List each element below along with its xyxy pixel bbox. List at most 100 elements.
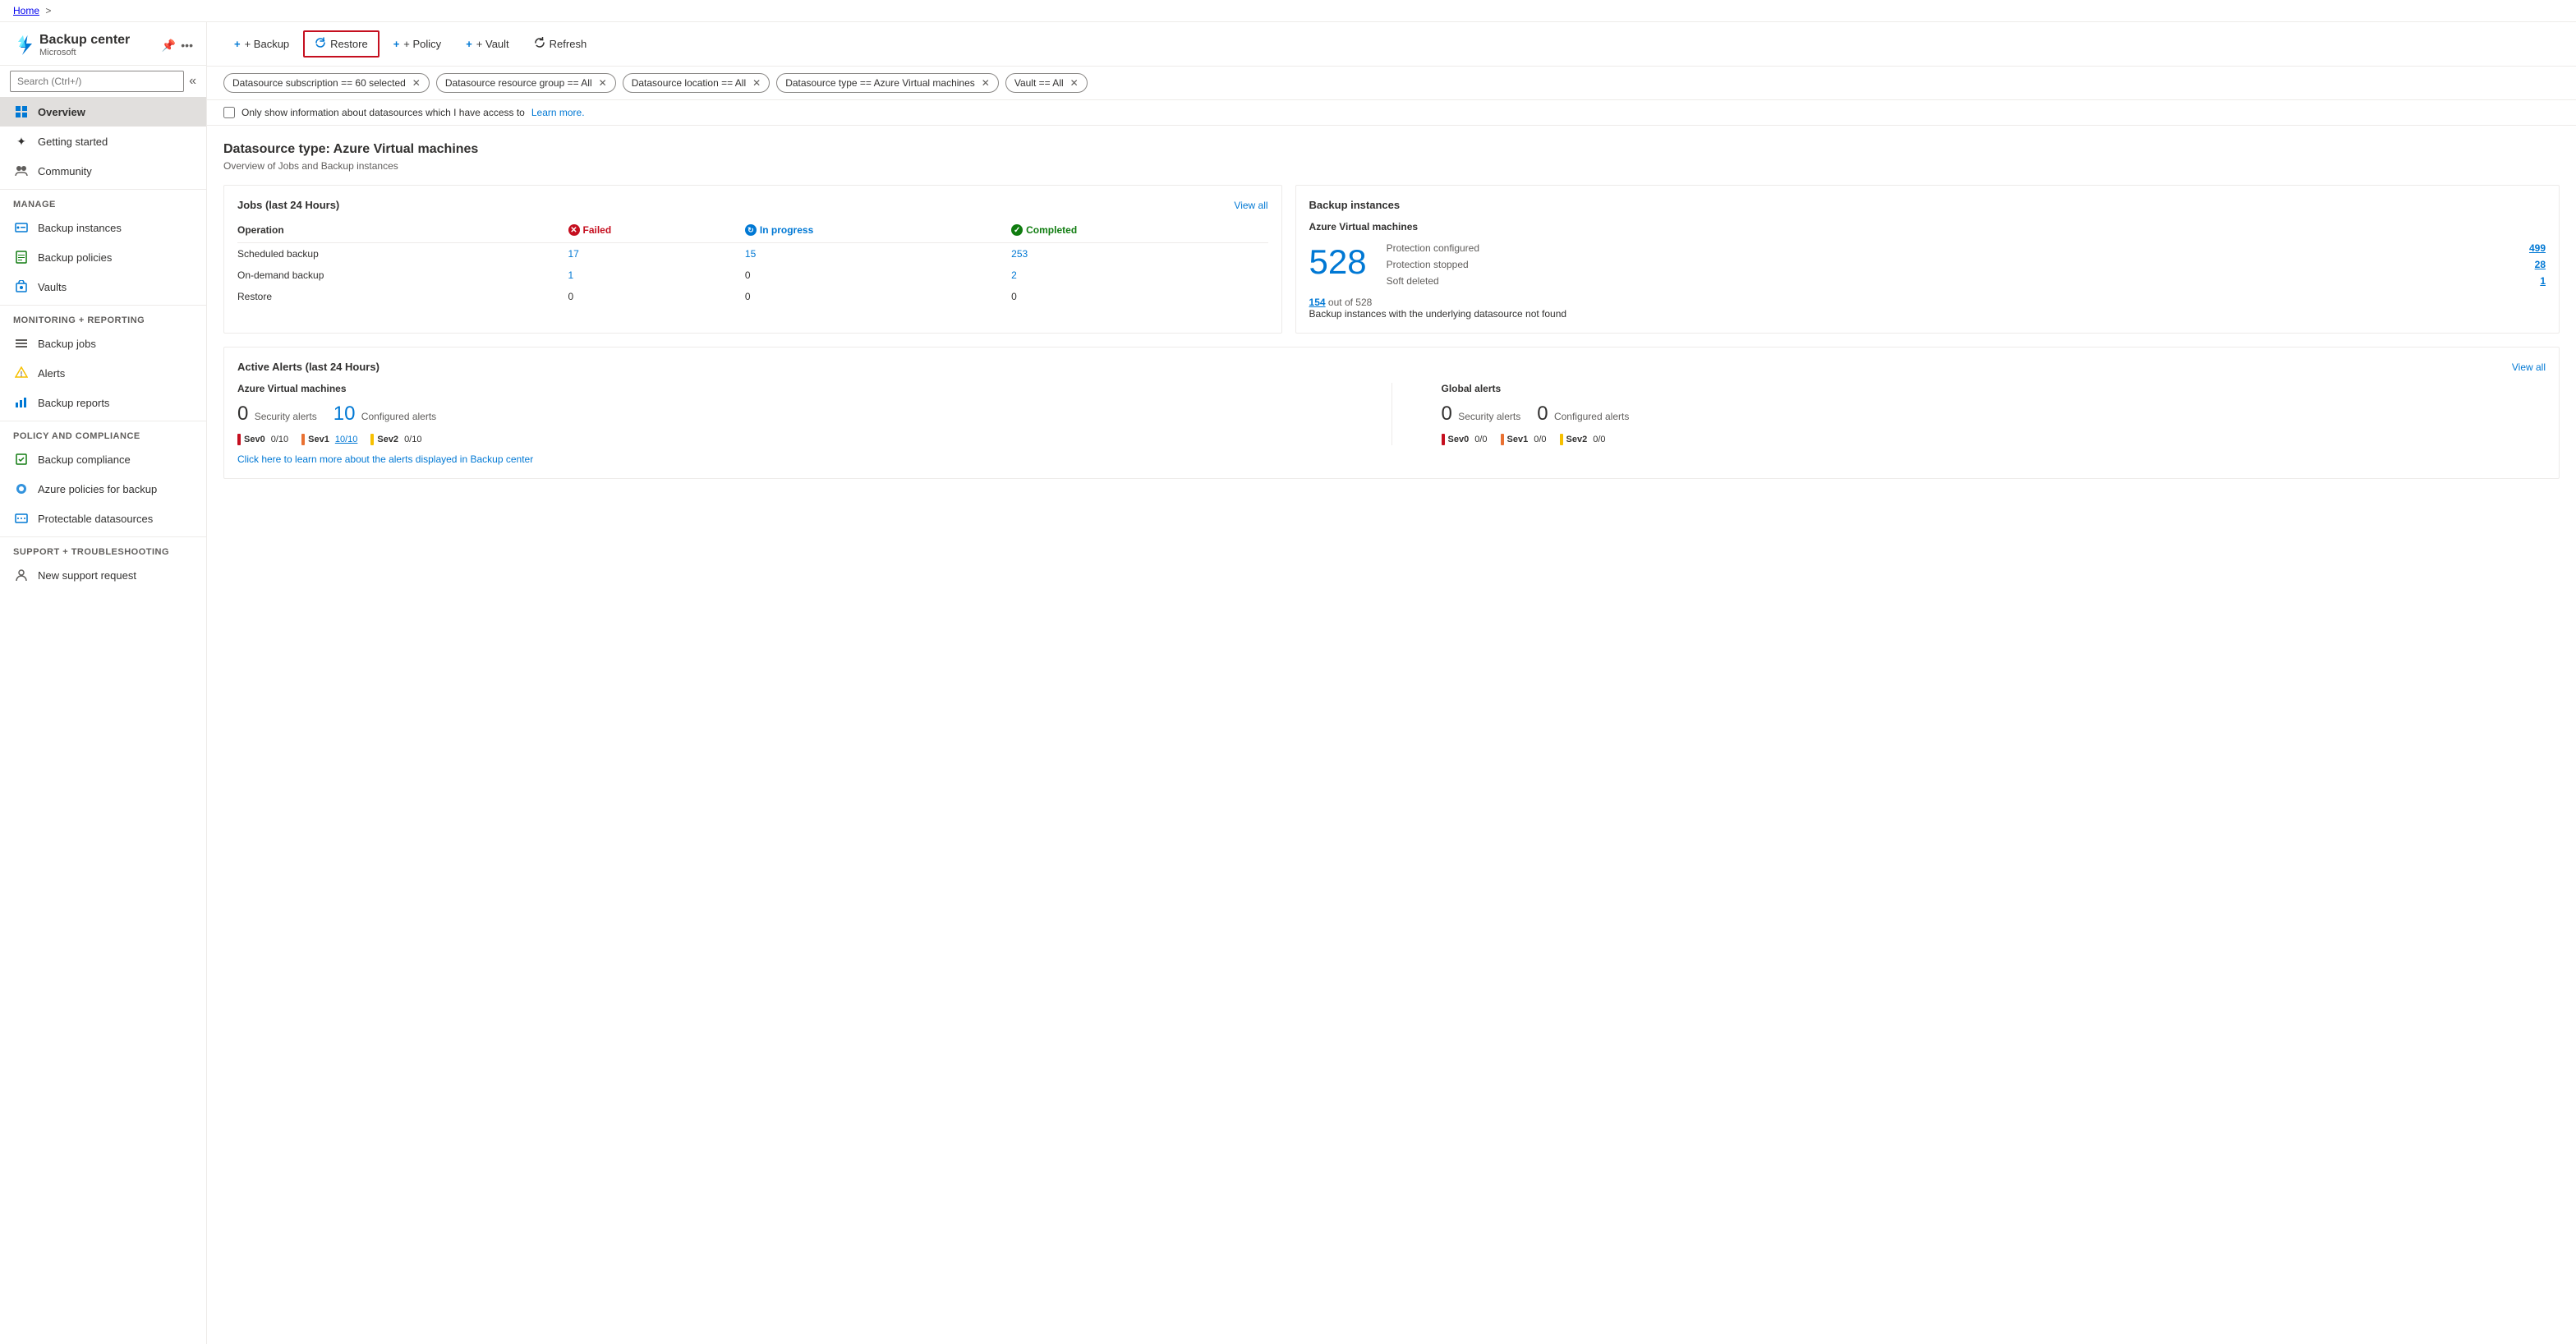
- filter-resource-group-close-icon[interactable]: ✕: [599, 77, 607, 89]
- jobs-card-header: Jobs (last 24 Hours) View all: [237, 199, 1268, 211]
- global-sev2-bar-icon: [1560, 434, 1563, 445]
- backup-policies-icon: [13, 249, 30, 265]
- alerts-view-all-link[interactable]: View all: [2512, 361, 2546, 373]
- azure-configured-count-item: 10 Configured alerts: [334, 403, 436, 426]
- alerts-learn-more-link[interactable]: Click here to learn more about the alert…: [237, 453, 2546, 465]
- job-operation-cell: On-demand backup: [237, 265, 568, 286]
- filter-datasource-type[interactable]: Datasource type == Azure Virtual machine…: [776, 73, 999, 93]
- filter-datasource-type-close-icon[interactable]: ✕: [982, 77, 990, 89]
- global-sev0-label: Sev0: [1448, 435, 1470, 444]
- job-inprogress-cell: 0: [745, 265, 1011, 286]
- backup-button[interactable]: + + Backup: [223, 32, 300, 56]
- job-completed-link[interactable]: 2: [1011, 269, 1017, 281]
- sidebar: Backup center Microsoft 📌 ••• « Overview: [0, 22, 207, 1344]
- sev0-bar-icon: [237, 434, 241, 445]
- jobs-card-title: Jobs (last 24 Hours): [237, 199, 339, 211]
- bi-protection-stopped-value[interactable]: 28: [2535, 259, 2546, 270]
- collapse-sidebar-button[interactable]: «: [189, 74, 196, 89]
- azure-sev1-value[interactable]: 10/10: [335, 435, 358, 444]
- job-failed-cell[interactable]: 1: [568, 265, 745, 286]
- sidebar-item-vaults[interactable]: Vaults: [0, 272, 206, 301]
- filter-subscription-close-icon[interactable]: ✕: [412, 77, 421, 89]
- manage-section-label: Manage: [0, 189, 206, 213]
- azure-sev1-item: Sev1 10/10: [301, 434, 357, 445]
- bi-protection-configured-row: Protection configured 499: [1387, 242, 2546, 254]
- learn-more-link[interactable]: Learn more.: [531, 107, 585, 118]
- bi-protection-configured-value[interactable]: 499: [2529, 242, 2546, 254]
- global-security-count-item: 0 Security alerts: [1442, 403, 1521, 426]
- sidebar-item-azure-policies[interactable]: Azure policies for backup: [0, 474, 206, 504]
- job-inprogress-cell: 0: [745, 286, 1011, 307]
- backup-instances-card-title: Backup instances: [1309, 199, 1401, 211]
- table-row: On-demand backup 1 0 2: [237, 265, 1268, 286]
- bi-datasource-text: Backup instances with the underlying dat…: [1309, 308, 1567, 320]
- filter-vault[interactable]: Vault == All ✕: [1005, 73, 1088, 93]
- refresh-button[interactable]: Refresh: [523, 31, 598, 57]
- search-input[interactable]: [10, 71, 184, 92]
- sidebar-item-alerts[interactable]: Alerts: [0, 358, 206, 388]
- sidebar-item-backup-jobs-label: Backup jobs: [38, 338, 96, 350]
- more-options-button[interactable]: •••: [181, 39, 193, 53]
- azure-configured-count: 10: [334, 403, 356, 425]
- job-failed-cell[interactable]: 17: [568, 243, 745, 265]
- job-completed-cell[interactable]: 2: [1011, 265, 1267, 286]
- filter-subscription-label: Datasource subscription == 60 selected: [232, 77, 406, 89]
- refresh-icon: [534, 37, 545, 51]
- global-alert-section: Global alerts 0 Security alerts 0 Config…: [1442, 383, 2546, 445]
- jobs-view-all-link[interactable]: View all: [1234, 200, 1267, 211]
- sidebar-item-backup-compliance-label: Backup compliance: [38, 453, 131, 466]
- pin-button[interactable]: 📌: [162, 39, 176, 53]
- filter-vault-close-icon[interactable]: ✕: [1070, 77, 1079, 89]
- job-completed-cell[interactable]: 253: [1011, 243, 1267, 265]
- sidebar-item-community[interactable]: Community: [0, 156, 206, 186]
- restore-button[interactable]: Restore: [303, 30, 380, 58]
- sidebar-item-backup-compliance[interactable]: Backup compliance: [0, 444, 206, 474]
- sidebar-item-backup-reports[interactable]: Backup reports: [0, 388, 206, 417]
- sidebar-item-getting-started-label: Getting started: [38, 136, 108, 148]
- azure-logo-icon: [13, 32, 39, 58]
- sidebar-item-backup-instances[interactable]: Backup instances: [0, 213, 206, 242]
- sidebar-item-new-support-request[interactable]: New support request: [0, 560, 206, 590]
- sidebar-item-backup-jobs[interactable]: Backup jobs: [0, 329, 206, 358]
- sidebar-item-getting-started[interactable]: ✦ Getting started: [0, 127, 206, 156]
- azure-security-label: Security alerts: [255, 411, 317, 422]
- jobs-table: Operation ✕ Failed: [237, 221, 1268, 307]
- global-sev1-value: 0/0: [1534, 435, 1546, 444]
- global-sev1-label: Sev1: [1507, 435, 1529, 444]
- inprogress-status-icon: ↻: [745, 224, 757, 236]
- filter-resource-group[interactable]: Datasource resource group == All ✕: [436, 73, 616, 93]
- sidebar-item-protectable-datasources[interactable]: Protectable datasources: [0, 504, 206, 533]
- global-sev1-item: Sev1 0/0: [1501, 434, 1547, 445]
- backup-button-label: + Backup: [245, 38, 290, 50]
- job-completed-link[interactable]: 253: [1011, 248, 1028, 260]
- job-failed-link[interactable]: 17: [568, 248, 579, 260]
- datasource-access-checkbox[interactable]: [223, 107, 235, 118]
- home-link[interactable]: Home: [13, 5, 39, 16]
- page-title: Datasource type: Azure Virtual machines: [223, 142, 2560, 157]
- filter-location-close-icon[interactable]: ✕: [752, 77, 761, 89]
- filter-location[interactable]: Datasource location == All ✕: [623, 73, 770, 93]
- azure-sev2-item: Sev2 0/10: [370, 434, 421, 445]
- datasource-access-checkbox-row: Only show information about datasources …: [207, 100, 2576, 126]
- job-inprogress-cell[interactable]: 15: [745, 243, 1011, 265]
- filter-location-label: Datasource location == All: [632, 77, 746, 89]
- bi-datasource-count[interactable]: 154: [1309, 297, 1326, 308]
- job-failed-cell: 0: [568, 286, 745, 307]
- policy-button[interactable]: + + Policy: [383, 32, 452, 56]
- bi-subtitle: Azure Virtual machines: [1309, 221, 2546, 232]
- job-failed-link[interactable]: 1: [568, 269, 574, 281]
- sidebar-item-overview[interactable]: Overview: [0, 97, 206, 127]
- sidebar-header: Backup center Microsoft 📌 •••: [0, 22, 206, 66]
- job-inprogress-link[interactable]: 15: [745, 248, 756, 260]
- page-content: Datasource type: Azure Virtual machines …: [207, 126, 2576, 1344]
- table-row: Scheduled backup 17 15 253: [237, 243, 1268, 265]
- global-alert-counts: 0 Security alerts 0 Configured alerts: [1442, 403, 2546, 426]
- sidebar-item-backup-policies[interactable]: Backup policies: [0, 242, 206, 272]
- vault-button[interactable]: + + Vault: [455, 32, 519, 56]
- alerts-sections: Azure Virtual machines 0 Security alerts…: [237, 383, 2546, 445]
- filter-subscription[interactable]: Datasource subscription == 60 selected ✕: [223, 73, 430, 93]
- bi-soft-deleted-value[interactable]: 1: [2540, 275, 2546, 287]
- policy-plus-icon: +: [393, 38, 400, 50]
- filter-vault-label: Vault == All: [1014, 77, 1064, 89]
- top-cards-row: Jobs (last 24 Hours) View all Operation …: [223, 185, 2560, 334]
